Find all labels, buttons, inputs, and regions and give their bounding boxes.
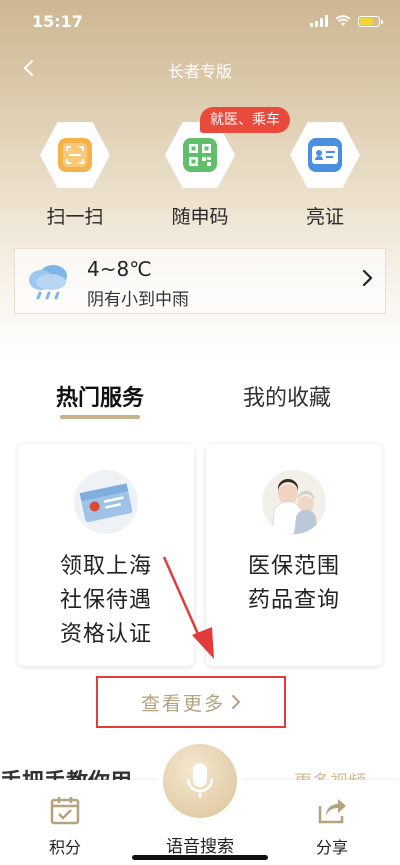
doctor-avatar-icon [262,470,326,534]
wifi-icon [335,15,351,26]
scene-badge: 就医、乘车 [200,107,290,133]
show-id-label: 亮证 [305,206,344,228]
card-title-line: 医保范围 [247,554,340,579]
status-time: 15:17 [32,12,83,31]
annotation-arrow [162,556,214,659]
active-tab-indicator [60,415,140,419]
card-title-line: 药品查询 [247,588,340,613]
scan-button[interactable]: 扫一扫 [25,120,125,229]
health-code-button[interactable]: 随申码 [150,120,250,229]
scan-icon [40,122,110,188]
chevron-right-icon [232,695,241,709]
nav-bar: 长者专版 [0,48,400,88]
tab-my-favorites[interactable]: 我的收藏 [243,380,331,412]
page-title: 长者专版 [167,62,232,81]
microphone-icon [186,763,214,798]
calendar-icon [50,797,80,825]
social-security-card-icon [74,470,138,534]
weather-card[interactable]: 4~8℃ 阴有小到中雨 [14,248,386,314]
tab-hot-services[interactable]: 热门服务 [56,380,144,412]
share-icon [318,799,346,824]
home-indicator [132,855,268,860]
chevron-right-icon [362,269,373,287]
voice-search-label: 语音搜索 [166,837,234,857]
battery-icon [358,15,383,27]
service-card-medical-insurance[interactable]: 医保范围 药品查询 [206,444,382,666]
weather-description: 阴有小到中雨 [87,290,189,310]
health-code-label: 随申码 [171,206,229,228]
status-bar: 15:17 [0,0,400,44]
scan-label: 扫一扫 [46,206,104,228]
status-icons [310,15,383,27]
view-more-label: 查看更多 [140,692,225,715]
voice-search-button[interactable] [163,744,237,818]
signal-icon [310,15,328,27]
show-id-button[interactable]: 亮证 [275,120,375,229]
view-more-button[interactable]: 查看更多 [96,676,286,728]
weather-temperature: 4~8℃ [87,257,152,281]
rain-cloud-icon [29,265,67,300]
id-card-icon [290,122,360,188]
